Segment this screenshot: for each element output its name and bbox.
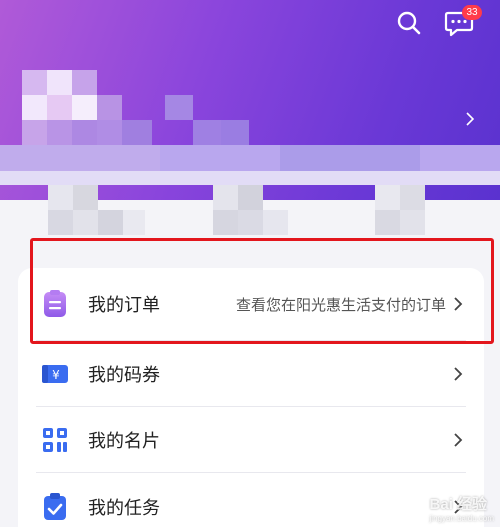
menu-item-label: 我的名片 [88,431,160,452]
censored-avatar-mosaic [0,60,500,260]
divider [36,472,466,473]
watermark-url: jingyan.baidu.com [429,514,494,523]
header-actions: 33 [394,5,482,38]
menu-item-label: 我的码券 [88,365,160,386]
notification-badge: 33 [462,5,482,20]
header-chevron-icon[interactable] [466,112,474,126]
menu-item-tasks[interactable]: 我的任务 [18,474,484,527]
search-icon [397,11,421,35]
svg-text:¥: ¥ [52,368,60,382]
menu-item-label: 我的任务 [88,498,160,519]
highlight-annotation-box [30,238,494,344]
chevron-right-icon [454,367,463,381]
menu-item-coupons[interactable]: ¥ 我的码券 [18,341,484,407]
menu-item-business-card[interactable]: 我的名片 [18,407,484,473]
watermark-brand: Bai 经验 [429,496,488,513]
baidu-jingyan-watermark: Bai 经验 jingyan.baidu.com [430,493,494,523]
business-card-grid-icon [43,428,67,452]
search-button[interactable] [394,8,424,38]
task-clipboard-check-icon [44,493,66,520]
coupon-ticket-icon: ¥ [42,365,68,383]
messages-button[interactable]: 33 [444,5,482,38]
chevron-right-icon [454,433,463,447]
